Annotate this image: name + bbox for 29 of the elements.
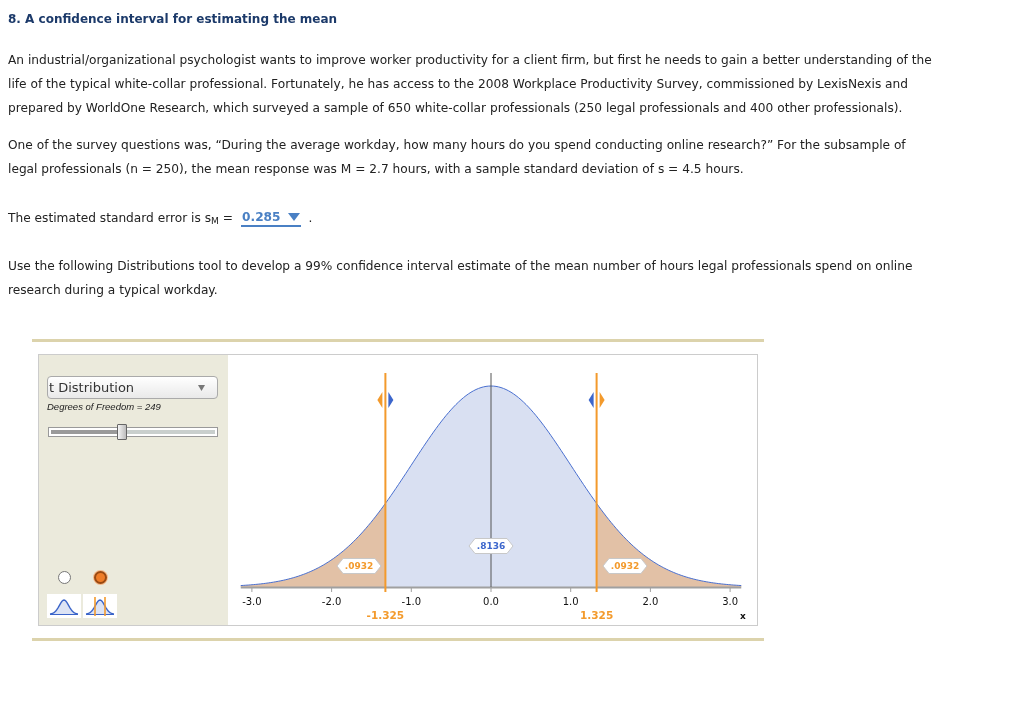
question-paragraph: One of the survey questions was, “During the average workday, how many hours do you spend conducting online research?” For the subsample of legal professionals (n = 250), the mean response was M = 2.7 hours, with a sample standard deviation of s = 4.5 hours. bbox=[8, 137, 907, 178]
axis-tick-label: 3.0 bbox=[722, 596, 739, 607]
degrees-of-freedom-label: Degrees of Freedom = 249 bbox=[47, 401, 161, 413]
axis-tick-label: -2.0 bbox=[321, 596, 342, 607]
cutoff-value: -1.325 bbox=[366, 609, 405, 621]
caret-icon bbox=[198, 384, 205, 391]
drag-handle-icon[interactable] bbox=[377, 392, 394, 408]
bell-curve-icon[interactable] bbox=[47, 594, 81, 618]
question-paragraph: An industrial/organizational psychologist wants to improve worker productivity for a client firm, but first he needs to gain a better understanding of the life of the typical white-collar professional. Fortunately, he has access to the 2008 Workplace Productivity Survey, commissioned by LexisNexis and prepared by WorldOne Research, which surveyed a sample of 650 white-collar professionals (250 legal professionals and 400 other professionals). bbox=[8, 52, 933, 117]
slider-thumb[interactable] bbox=[116, 424, 127, 440]
radio-button[interactable] bbox=[57, 571, 71, 584]
degrees-of-freedom-slider[interactable] bbox=[48, 427, 218, 437]
instruction-paragraph: Use the following Distributions tool to develop a 99% confidence interval estimate of the mean number of hours legal professionals spend on online research during a typical workday. bbox=[8, 258, 914, 299]
axis-tick-label: 0.0 bbox=[483, 596, 499, 607]
caret-icon bbox=[287, 213, 300, 221]
cutoff-value: 1.325 bbox=[580, 609, 614, 621]
distribution-dropdown[interactable]: t Distribution bbox=[47, 376, 218, 399]
bell-curve-cutoffs-icon[interactable] bbox=[83, 594, 117, 618]
axis-tick-label: -1.0 bbox=[401, 596, 422, 607]
axis-tick-label: -3.0 bbox=[242, 596, 262, 607]
radio-button[interactable] bbox=[93, 571, 107, 584]
standard-error-dropdown[interactable]: 0.285 bbox=[241, 209, 301, 227]
question-title: 8. A confidence interval for estimating the mean bbox=[8, 11, 338, 28]
standard-error-label: The estimated standard error is s$_{M}$ = bbox=[8, 210, 234, 229]
sentence-period: . bbox=[308, 210, 313, 227]
axis-label: x bbox=[740, 611, 746, 621]
axis-tick-label: 1.0 bbox=[562, 596, 579, 607]
drag-handle-icon[interactable] bbox=[588, 392, 605, 408]
axis-tick-label: 2.0 bbox=[642, 596, 659, 607]
